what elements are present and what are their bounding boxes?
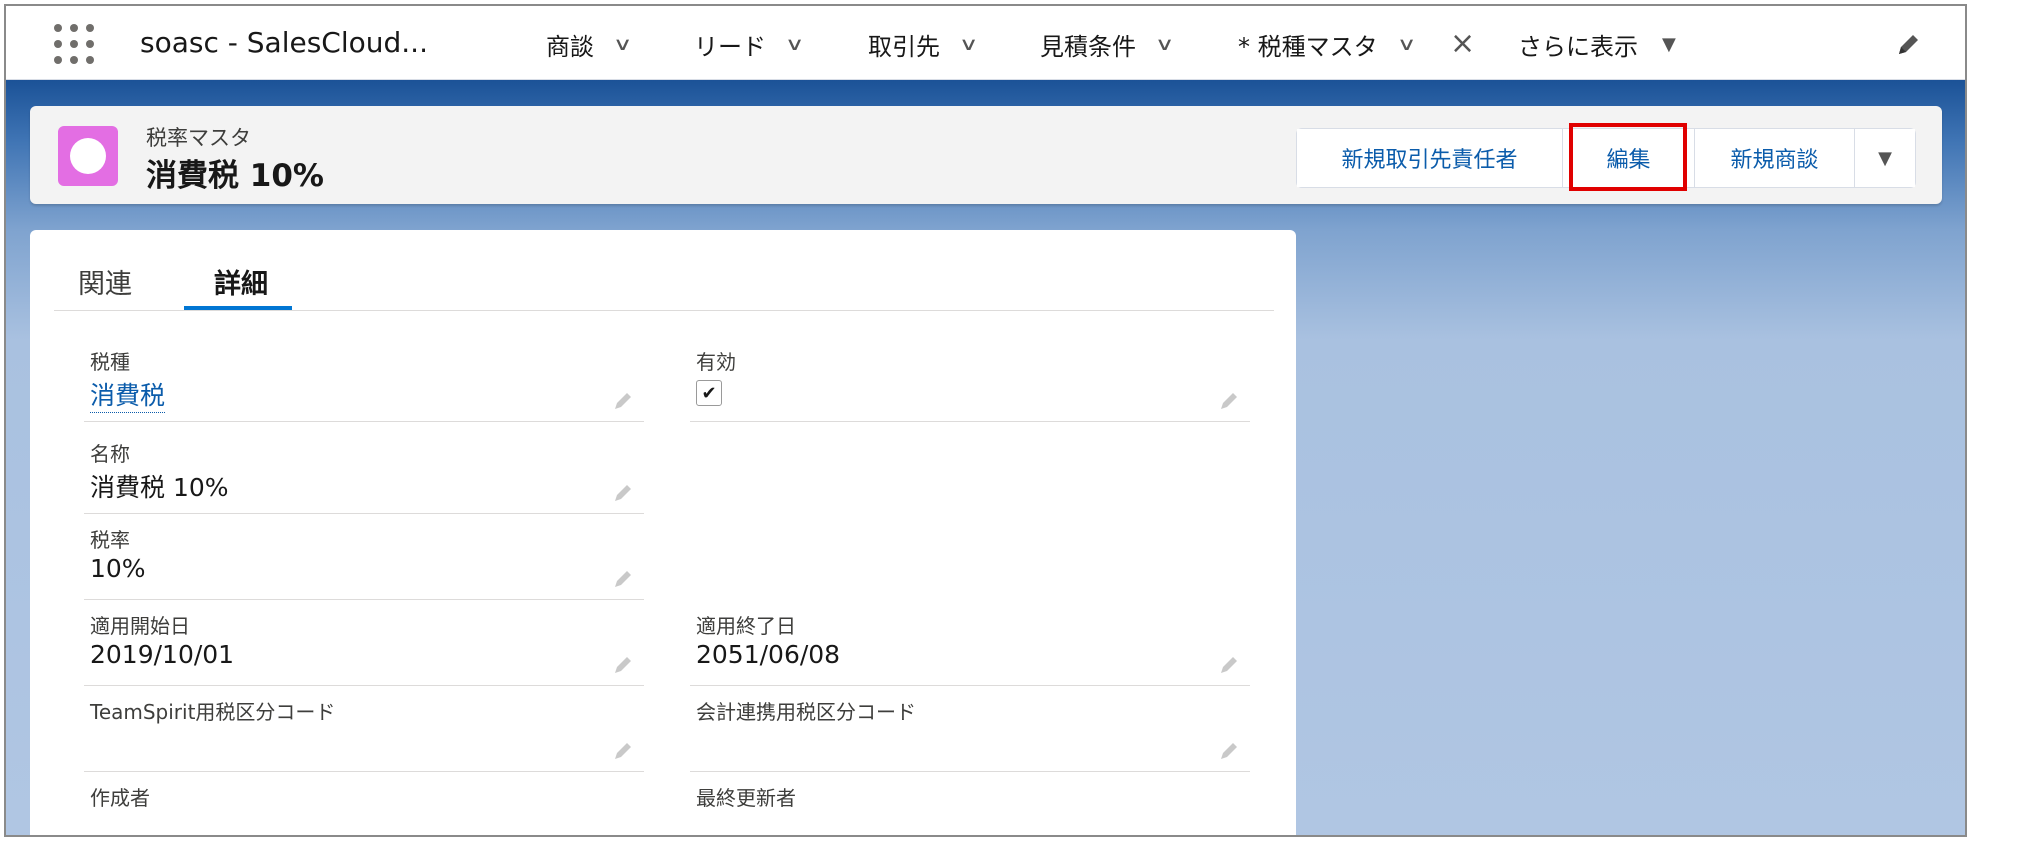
chevron-down-icon[interactable]: ∨ [1396, 34, 1416, 55]
new-contact-button[interactable]: 新規取引先責任者 [1297, 129, 1563, 187]
field-label: TeamSpirit用税区分コード [90, 700, 336, 724]
field-label: 会計連携用税区分コード [696, 700, 916, 724]
close-tab-icon[interactable]: × [1450, 26, 1475, 62]
field-label: 名称 [90, 442, 130, 466]
field-label: 最終更新者 [696, 786, 796, 810]
field-active: 有効 ✔ [690, 336, 1250, 422]
active-checkbox: ✔ [696, 380, 722, 406]
field-label: 適用開始日 [90, 614, 190, 638]
pencil-icon[interactable] [1218, 390, 1240, 412]
field-teamspirit-code: TeamSpirit用税区分コード [84, 686, 644, 772]
field-end-date: 適用終了日 2051/06/08 [690, 600, 1250, 686]
nav-more-label: さらに表示 [1518, 32, 1638, 61]
nav-item-accounts[interactable]: 取引先 ∨ [868, 26, 978, 62]
tab-details[interactable]: 詳細 [214, 262, 268, 301]
field-rate: 税率 10% [84, 514, 644, 600]
app-name: soasc - SalesCloud... [140, 26, 428, 59]
field-value: 2019/10/01 [90, 640, 235, 669]
record-object-type: 税率マスタ [146, 126, 251, 150]
pencil-icon[interactable] [1218, 740, 1240, 762]
nav-item-opportunities[interactable]: 商談 ∨ [546, 26, 632, 62]
nav-item-quote-terms[interactable]: 見積条件 ∨ [1040, 26, 1174, 62]
active-tab-indicator [184, 306, 292, 310]
chevron-down-icon[interactable]: ∨ [613, 34, 633, 55]
nav-item-tax-type-master[interactable]: * 税種マスタ ∨ [1238, 26, 1416, 62]
field-value: 2051/06/08 [696, 640, 841, 669]
field-value: 消費税 10% [90, 473, 229, 502]
pencil-icon[interactable] [612, 654, 634, 676]
pencil-icon[interactable] [612, 390, 634, 412]
field-tax-type: 税種 消費税 [84, 336, 644, 422]
more-actions-icon[interactable]: ▼ [1855, 129, 1915, 187]
record-actions: 新規取引先責任者 編集 新規商談 ▼ [1296, 128, 1916, 188]
field-label: 適用終了日 [696, 614, 796, 638]
edit-button[interactable]: 編集 [1563, 129, 1695, 187]
global-nav: soasc - SalesCloud... 商談 ∨ リード ∨ 取引先 ∨ 見… [6, 6, 1965, 80]
nav-item-label: * 税種マスタ [1238, 32, 1378, 61]
field-accounting-code: 会計連携用税区分コード [690, 686, 1250, 772]
tab-related[interactable]: 関連 [78, 262, 132, 301]
tax-type-link[interactable]: 消費税 [90, 376, 166, 413]
field-start-date: 適用開始日 2019/10/01 [84, 600, 644, 686]
nav-more[interactable]: さらに表示 ▼ [1518, 26, 1676, 62]
pencil-icon[interactable] [1895, 32, 1921, 58]
chevron-down-icon[interactable]: ∨ [959, 34, 979, 55]
caret-down-icon: ▼ [1662, 33, 1676, 55]
field-label: 有効 [696, 350, 736, 374]
field-name: 名称 消費税 10% [84, 428, 644, 514]
record-detail-card: 関連 詳細 税種 消費税 名称 消費税 10% 税率 10% 適用開始日 201… [30, 230, 1296, 835]
pencil-icon[interactable] [612, 568, 634, 590]
nav-item-label: 商談 [546, 32, 594, 61]
field-label: 作成者 [90, 786, 150, 810]
nav-item-label: 取引先 [868, 32, 940, 61]
app-launcher-icon[interactable] [54, 24, 94, 64]
field-label: 税率 [90, 528, 130, 552]
nav-item-label: 見積条件 [1040, 32, 1136, 61]
new-opportunity-button[interactable]: 新規商談 [1695, 129, 1855, 187]
chevron-down-icon[interactable]: ∨ [1155, 34, 1175, 55]
field-modified-by: 最終更新者 [690, 772, 1250, 835]
pencil-icon[interactable] [612, 740, 634, 762]
record-object-icon [58, 126, 118, 186]
field-created-by: 作成者 [84, 772, 644, 835]
nav-item-label: リード [694, 32, 766, 61]
pencil-icon[interactable] [612, 482, 634, 504]
nav-item-leads[interactable]: リード ∨ [694, 26, 804, 62]
record-title: 消費税 10% [146, 158, 324, 194]
field-value: 10% [90, 554, 146, 583]
pencil-icon[interactable] [1218, 654, 1240, 676]
record-header: 税率マスタ 消費税 10% 新規取引先責任者 編集 新規商談 ▼ [30, 106, 1942, 204]
field-label: 税種 [90, 350, 130, 374]
chevron-down-icon[interactable]: ∨ [785, 34, 805, 55]
app-window: soasc - SalesCloud... 商談 ∨ リード ∨ 取引先 ∨ 見… [4, 4, 1967, 837]
checkmark-icon: ✔ [701, 382, 717, 404]
tab-bar: 関連 詳細 [54, 248, 1274, 311]
